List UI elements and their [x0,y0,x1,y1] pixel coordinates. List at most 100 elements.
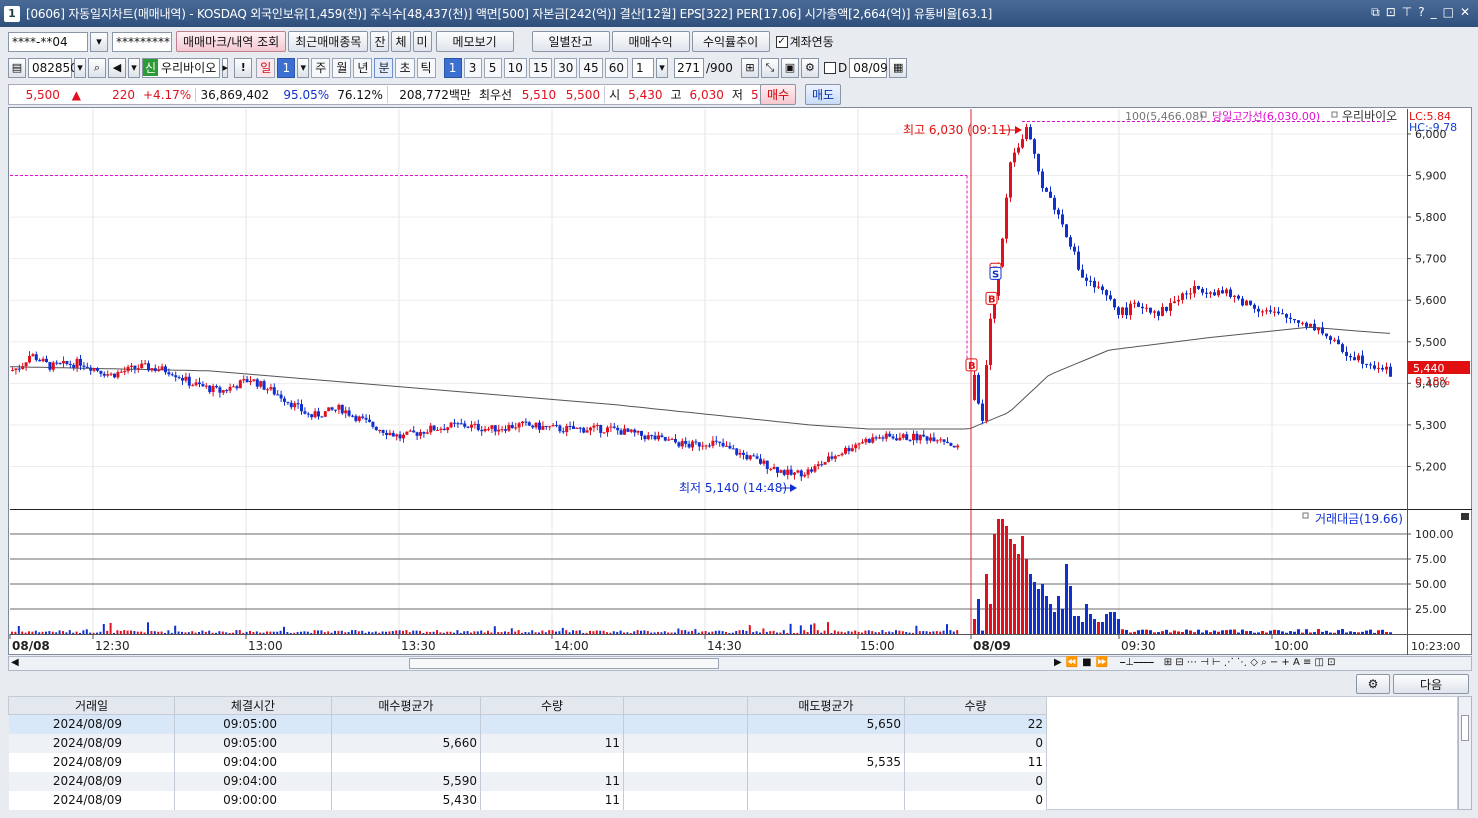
pin-icon[interactable]: ⊤ [1402,5,1412,20]
zoom-slider-icon[interactable]: ⎯⊥⎯⎯⎯⎯ [1120,657,1154,668]
table-scrollbar[interactable] [1458,696,1472,810]
bar-count-input[interactable]: 271 [673,57,704,78]
mark-search-button[interactable]: 매매마크/내역 조회 [176,31,287,52]
stock-code-input[interactable]: 082850 [28,57,78,78]
minute-15[interactable]: 15 [528,57,553,78]
interval-dropdown-icon[interactable]: ▾ [655,57,668,78]
volume-bar [221,631,224,634]
day-dropdown-icon[interactable]: ▾ [297,57,310,78]
volume-bar [330,632,333,634]
table-row[interactable]: 2024/08/09 09:00:00 5,430 11 0 [8,790,1047,810]
day-number[interactable]: 1 [277,57,296,78]
col-buy-avg[interactable]: 매수평균가 [331,696,481,715]
link-icon[interactable]: ⊡ [1386,5,1396,20]
candle [854,444,858,449]
period-year[interactable]: 년 [353,57,373,78]
scroll-left-icon[interactable]: ◀ [11,657,19,668]
col-sell-qty[interactable]: 수량 [904,696,1047,715]
stock-name-box[interactable]: 신 우리바이오 [142,57,221,78]
volume-bar [1245,631,1248,634]
table-row[interactable]: 2024/08/09 09:05:00 5,650 22 [8,714,1047,734]
col-date[interactable]: 거래일 [8,696,175,715]
account-link-checkbox[interactable]: ✓ 계좌연동 [775,33,834,50]
drawing-tool-icon[interactable]: ⊞ [740,57,759,78]
account-dropdown-icon[interactable]: ▾ [90,31,108,52]
search-icon[interactable]: ⌕ [88,57,106,78]
candle [130,365,133,367]
minute-1[interactable]: 1 [443,57,462,78]
date-input[interactable]: 08/09 [849,57,888,78]
table-scroll-thumb[interactable] [1461,715,1469,741]
period-week[interactable]: 주 [311,57,331,78]
date-checkbox[interactable] [823,61,836,74]
minute-3[interactable]: 3 [463,57,482,78]
maximize-icon[interactable]: □ [1443,5,1454,20]
sound-icon[interactable]: ◀ [108,57,126,78]
candle [1369,364,1372,366]
alert-icon[interactable]: ! [234,57,253,78]
table-row[interactable]: 2024/08/09 09:04:00 5,590 11 0 [8,771,1047,791]
chart-scrollbar[interactable]: ◀ ▶ ⏪ ■ ⏩ ⎯⊥⎯⎯⎯⎯ ⊞ ⊟ ⋯ ⊣ ⊢ ⋰ ⋱ ◇ ⌕ − + A… [8,656,1472,671]
return-trend-button[interactable]: 수익률추이 [691,31,770,52]
daily-balance-button[interactable]: 일별잔고 [531,31,610,52]
rewind-icon[interactable]: ⏪ [1066,657,1078,668]
period-second[interactable]: 초 [395,57,415,78]
recent-items-button[interactable]: 최근매매종목 [288,31,369,52]
table-row[interactable]: 2024/08/09 09:04:00 5,535 11 [8,752,1047,772]
minute-5[interactable]: 5 [483,57,502,78]
play-right-icon[interactable]: ▶ [1054,657,1062,668]
period-month[interactable]: 월 [332,57,352,78]
volume-bar [534,632,537,634]
chart-canvas[interactable]: BBBS 100(5,466.08) 당일고가선(6,030.00) 우리바이오… [9,108,1473,656]
memo-button[interactable]: 메모보기 [435,31,514,52]
candle [544,426,548,428]
period-minute[interactable]: 분 [374,57,394,78]
volume-pane-toggle-icon[interactable] [1461,513,1469,520]
tools-icon[interactable]: ⊞ ⊟ ⋯ ⊣ ⊢ ⋰ ⋱ ◇ ⌕ − + A ≡ ◫ ⊡ [1164,657,1336,668]
volume-bar [684,630,687,634]
stop-icon[interactable]: ■ [1082,657,1091,668]
close-icon[interactable]: ✕ [1460,5,1470,20]
volume-bar [1113,612,1116,634]
minimize-icon[interactable]: _ [1431,5,1437,20]
trade-profit-button[interactable]: 매매수익 [611,31,690,52]
candle [347,410,351,416]
minute-30[interactable]: 30 [554,57,578,78]
candle [650,435,654,437]
settings-gear-button[interactable]: ⚙ [1356,674,1390,694]
tab-filled[interactable]: 체 [391,31,411,52]
tab-balance[interactable]: 잔 [370,31,390,52]
next-button[interactable]: 다음 [1393,674,1469,694]
sound-dropdown-icon[interactable]: ▾ [128,57,140,78]
scroll-thumb[interactable] [409,658,719,669]
col-time[interactable]: 체결시간 [174,696,332,715]
col-buy-qty[interactable]: 수량 [480,696,624,715]
gear-icon[interactable]: ⚙ [800,57,819,78]
code-dropdown-icon[interactable]: ▾ [74,57,86,78]
password-input[interactable]: ********* [112,31,172,52]
layout-icon[interactable]: ▤ [8,57,26,78]
restore-icon[interactable]: ⧉ [1371,5,1380,20]
candle [140,363,144,369]
candle [595,424,599,426]
table-row[interactable]: 2024/08/09 09:05:00 5,660 11 0 [8,733,1047,753]
sell-button[interactable]: 매도 [805,84,842,105]
help-icon[interactable]: ? [1418,5,1424,20]
day-button[interactable]: 일 [256,57,276,78]
minute-10[interactable]: 10 [503,57,527,78]
period-tick[interactable]: 틱 [416,57,436,78]
crosshair-icon[interactable]: ⤡ [760,57,779,78]
minute-45[interactable]: 45 [579,57,603,78]
tab-unfilled[interactable]: 미 [412,31,432,52]
minute-60[interactable]: 60 [604,57,628,78]
stock-name-dropdown-icon[interactable]: ▸ [222,57,229,78]
save-icon[interactable]: ▣ [780,57,799,78]
account-input[interactable]: ****-**04 [8,31,88,52]
buy-button[interactable]: 매수 [760,84,797,105]
calendar-icon[interactable]: ▦ [889,57,908,78]
fast-forward-icon[interactable]: ⏩ [1096,657,1108,668]
price-chart[interactable]: BBBS 100(5,466.08) 당일고가선(6,030.00) 우리바이오… [8,107,1472,655]
col-sell-avg[interactable]: 매도평균가 [747,696,905,715]
interval-select[interactable]: 1 [631,57,654,78]
candle [187,376,191,386]
